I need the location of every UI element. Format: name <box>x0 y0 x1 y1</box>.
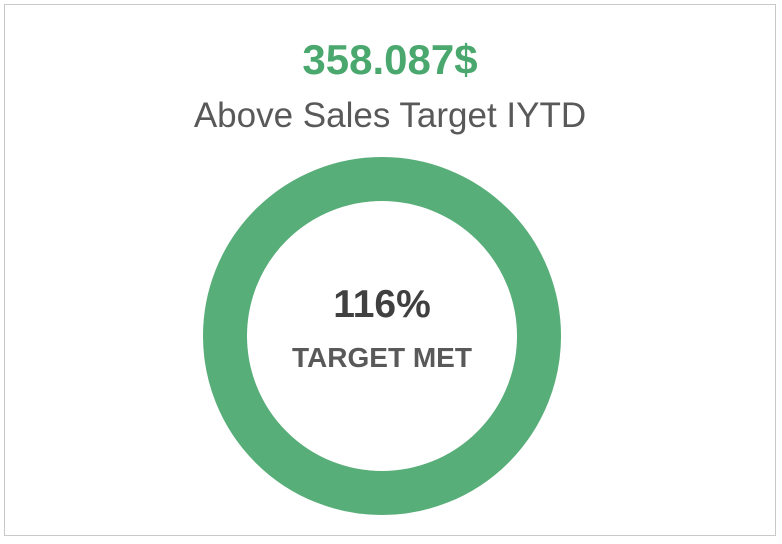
kpi-caption: Above Sales Target IYTD <box>193 96 587 135</box>
donut-gauge <box>203 157 561 516</box>
kpi-amount: 358.087$ <box>302 36 478 83</box>
gauge-status: TARGET MET <box>292 342 472 373</box>
gauge-arc <box>203 157 561 516</box>
gauge-percent: 116% <box>333 283 431 326</box>
